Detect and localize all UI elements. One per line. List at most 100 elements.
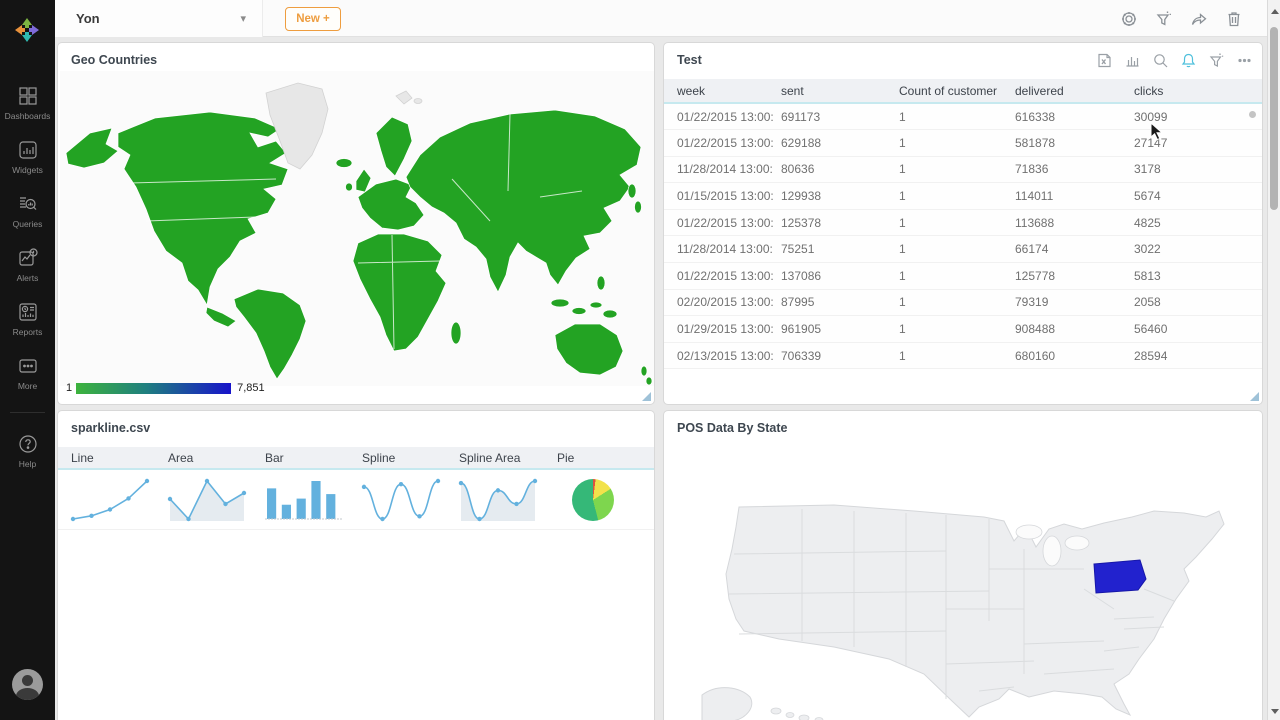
widget-geo-countries[interactable]: Geo Countries <box>57 42 655 405</box>
cell-count: 1 <box>899 263 1015 290</box>
scrollbar-thumb[interactable] <box>1270 27 1278 210</box>
chart-icon[interactable] <box>1124 52 1141 69</box>
column-header[interactable]: week <box>664 79 781 103</box>
cell-delivered: 125778 <box>1015 263 1134 290</box>
bell-icon[interactable] <box>1180 52 1197 69</box>
sidebar-item-help[interactable]: Help <box>0 424 55 478</box>
table-scroll-indicator[interactable] <box>1249 111 1256 118</box>
sidebar-item-label: Alerts <box>17 273 39 283</box>
world-map[interactable] <box>60 71 654 386</box>
widget-title: Test <box>677 53 702 67</box>
page-scrollbar[interactable] <box>1267 0 1280 720</box>
cell-delivered: 114011 <box>1015 183 1134 210</box>
sidebar-item-more[interactable]: More <box>0 346 55 400</box>
column-header[interactable]: clicks <box>1134 79 1262 103</box>
table-row[interactable]: 11/28/2014 13:00: 75251 1 66174 3022 <box>664 236 1262 263</box>
sparkline-header-row: Line Area Bar Spline Spline Area Pie <box>58 447 655 470</box>
state-pennsylvania[interactable] <box>1094 560 1146 593</box>
widget-sparkline[interactable]: sparkline.csv Line Area Bar Spline Splin… <box>57 410 655 720</box>
table-row[interactable]: 01/22/2015 13:00: 137086 1 125778 5813 <box>664 263 1262 290</box>
cell-clicks: 56460 <box>1134 316 1262 343</box>
widget-title: POS Data By State <box>677 421 787 435</box>
cell-clicks: 2058 <box>1134 289 1262 316</box>
column-header[interactable]: Area <box>168 447 193 470</box>
cell-sent: 75251 <box>781 236 899 263</box>
sidebar-item-alerts[interactable]: Alerts <box>0 238 55 292</box>
dashboard-name: Yon <box>76 11 100 26</box>
settings-icon[interactable] <box>1120 10 1138 28</box>
sidebar-item-label: Queries <box>13 219 43 229</box>
column-header[interactable]: Spline <box>362 447 395 470</box>
scroll-up-icon[interactable] <box>1271 9 1279 14</box>
sidebar-item-label: More <box>18 381 37 391</box>
us-map[interactable] <box>684 469 1244 720</box>
table-row[interactable]: 11/28/2014 13:00: 80636 1 71836 3178 <box>664 156 1262 183</box>
avatar-body <box>16 688 39 700</box>
sidebar-item-label: Dashboards <box>5 111 51 121</box>
widget-test[interactable]: Test <box>663 42 1263 405</box>
data-table: week sent Count of customer delivered cl… <box>664 79 1262 369</box>
table-row[interactable]: 01/15/2015 13:00: 129938 1 114011 5674 <box>664 183 1262 210</box>
app-logo-icon[interactable] <box>13 16 41 44</box>
delete-icon[interactable] <box>1225 10 1243 28</box>
sparkline-area-chart <box>165 476 249 529</box>
funnel-icon[interactable] <box>1208 52 1225 69</box>
cell-clicks: 28594 <box>1134 342 1262 369</box>
cell-clicks: 30099 <box>1134 103 1262 130</box>
cell-clicks: 3178 <box>1134 156 1262 183</box>
table-row[interactable]: 02/13/2015 13:00: 706339 1 680160 28594 <box>664 342 1262 369</box>
sidebar-item-queries[interactable]: Queries <box>0 184 55 238</box>
column-header[interactable]: sent <box>781 79 899 103</box>
cell-delivered: 79319 <box>1015 289 1134 316</box>
table-row[interactable]: 01/22/2015 13:00: 125378 1 113688 4825 <box>664 209 1262 236</box>
chevron-down-icon: ▾ <box>240 12 246 25</box>
column-header[interactable]: Spline Area <box>459 447 520 470</box>
bar-chart-icon <box>17 139 39 161</box>
table-row[interactable]: 01/29/2015 13:00: 961905 1 908488 56460 <box>664 316 1262 343</box>
cell-week: 01/22/2015 13:00: <box>664 103 781 130</box>
table-row[interactable]: 01/22/2015 13:00: 691173 1 616338 30099 <box>664 103 1262 130</box>
widget-pos-data-by-state[interactable]: POS Data By State <box>663 410 1263 720</box>
scroll-down-icon[interactable] <box>1271 709 1279 714</box>
new-button[interactable]: New + <box>285 7 341 31</box>
funnel-icon[interactable] <box>1155 10 1173 28</box>
sparkline-spline-chart <box>359 476 443 529</box>
dashboard-selector[interactable]: Yon ▾ <box>55 0 263 37</box>
cell-count: 1 <box>899 103 1015 130</box>
sparkline-row <box>58 474 655 530</box>
help-icon <box>17 433 39 455</box>
table-row[interactable]: 01/22/2015 13:00: 629188 1 581878 27147 <box>664 130 1262 157</box>
cell-sent: 129938 <box>781 183 899 210</box>
sidebar-item-label: Widgets <box>12 165 43 175</box>
excel-export-icon[interactable] <box>1096 52 1113 69</box>
sparkline-pie-chart <box>572 479 614 521</box>
cell-sent: 691173 <box>781 103 899 130</box>
cell-sent: 125378 <box>781 209 899 236</box>
table-row[interactable]: 02/20/2015 13:00: 87995 1 79319 2058 <box>664 289 1262 316</box>
cell-delivered: 581878 <box>1015 130 1134 157</box>
sidebar-item-dashboards[interactable]: Dashboards <box>0 76 55 130</box>
column-header[interactable]: Line <box>71 447 94 470</box>
column-header[interactable]: Count of customer <box>899 79 1015 103</box>
column-header[interactable]: delivered <box>1015 79 1134 103</box>
cell-delivered: 66174 <box>1015 236 1134 263</box>
cell-sent: 961905 <box>781 316 899 343</box>
share-icon[interactable] <box>1190 10 1208 28</box>
cell-sent: 137086 <box>781 263 899 290</box>
query-search-icon <box>17 193 39 215</box>
widget-title: Geo Countries <box>71 53 157 67</box>
search-icon[interactable] <box>1152 52 1169 69</box>
more-icon[interactable] <box>1236 52 1253 69</box>
column-header[interactable]: Bar <box>265 447 284 470</box>
cell-delivered: 71836 <box>1015 156 1134 183</box>
widget-resize-handle[interactable] <box>1250 392 1259 401</box>
sidebar-item-widgets[interactable]: Widgets <box>0 130 55 184</box>
sidebar-item-reports[interactable]: Reports <box>0 292 55 346</box>
legend-min: 1 <box>66 382 72 394</box>
cell-count: 1 <box>899 209 1015 236</box>
widget-resize-handle[interactable] <box>642 392 651 401</box>
user-avatar[interactable] <box>12 669 43 700</box>
cell-week: 01/22/2015 13:00: <box>664 209 781 236</box>
column-header[interactable]: Pie <box>557 447 574 470</box>
topbar: Yon ▾ New + <box>55 0 1267 37</box>
